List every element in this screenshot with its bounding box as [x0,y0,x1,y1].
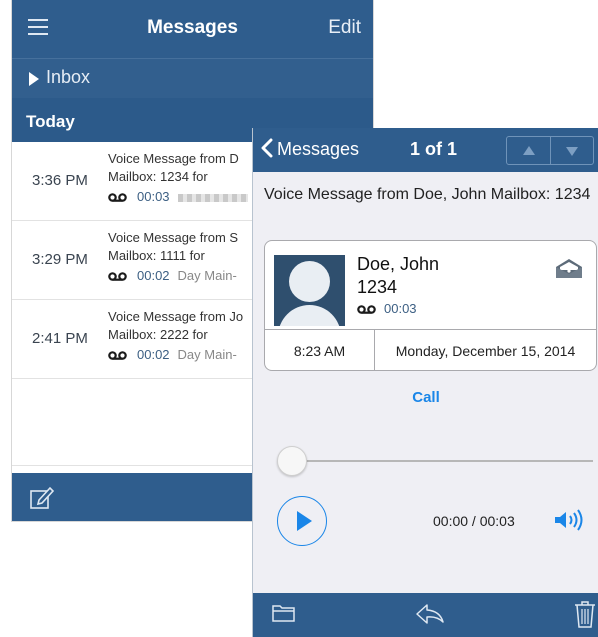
message-mailbox: Mailbox: 1111 for [108,248,205,263]
trash-icon[interactable] [574,600,596,628]
next-message-button[interactable] [550,137,593,164]
message-duration: 00:03 [384,301,417,316]
playback-position: 00:00 / 00:03 [433,513,515,529]
message-navigator [506,136,594,165]
call-button[interactable]: Call [253,389,598,406]
message-extra: Day Main- [177,268,237,283]
previous-message-button[interactable] [507,137,551,164]
message-time: 3:29 PM [32,251,88,268]
message-duration: 00:02 [137,268,170,283]
voicemail-icon [108,193,127,202]
back-button[interactable]: Messages [261,138,359,160]
message-subject: Voice Message from S [108,230,239,245]
message-mailbox: Mailbox: 2222 for [108,327,208,342]
message-subject: Voice Message from Jo [108,309,244,324]
play-button[interactable] [277,496,327,546]
inbox-title: Messages [147,17,238,38]
envelope-open-icon[interactable] [554,257,584,279]
message-duration: 00:03 [137,189,170,204]
speaker-icon[interactable] [553,509,585,531]
voicemail-icon [357,305,376,314]
folder-icon[interactable] [272,603,296,623]
message-detail-screen: Messages 1 of 1 Voice Message from Doe, … [252,128,598,637]
voicemail-icon [108,351,127,360]
back-label: Messages [277,139,360,159]
edit-button[interactable]: Edit [328,17,361,39]
folder-label: Inbox [46,67,91,87]
message-date: Monday, December 15, 2014 [395,343,576,359]
caller-name: Doe, John [357,254,440,274]
folder-selector[interactable]: Inbox [12,58,373,99]
detail-toolbar [253,593,598,637]
play-icon [297,511,312,531]
message-extra: Day Main- [177,347,237,362]
arrow-down-icon [566,147,578,156]
section-label: Today [26,112,75,131]
message-subject: Voice Message from Doe, John Mailbox: 12… [264,186,591,203]
message-time: 2:41 PM [32,330,88,347]
message-time: 3:36 PM [32,172,88,189]
detail-nav-bar: Messages 1 of 1 [253,128,598,172]
chevron-left-icon [261,138,273,158]
avatar [274,255,345,326]
voicemail-icon [108,272,127,281]
inbox-nav-bar: Messages Edit [12,0,373,58]
redacted-text [177,193,248,202]
arrow-up-icon [523,146,535,155]
reply-icon[interactable] [415,603,445,625]
playback-slider-thumb[interactable] [277,446,307,476]
message-counter: 1 of 1 [410,139,458,159]
message-subject: Voice Message from D [108,151,239,166]
message-mailbox: Mailbox: 1234 for [108,169,208,184]
caller-extension: 1234 [357,277,398,297]
compose-icon[interactable] [30,485,56,509]
caller-card: Doe, John 1234 00:03 8:23 AM Monday, Dec… [264,240,597,371]
message-time: 8:23 AM [293,343,346,359]
triangle-right-icon [29,72,39,86]
playback-track[interactable] [289,460,593,462]
message-duration: 00:02 [137,347,170,362]
